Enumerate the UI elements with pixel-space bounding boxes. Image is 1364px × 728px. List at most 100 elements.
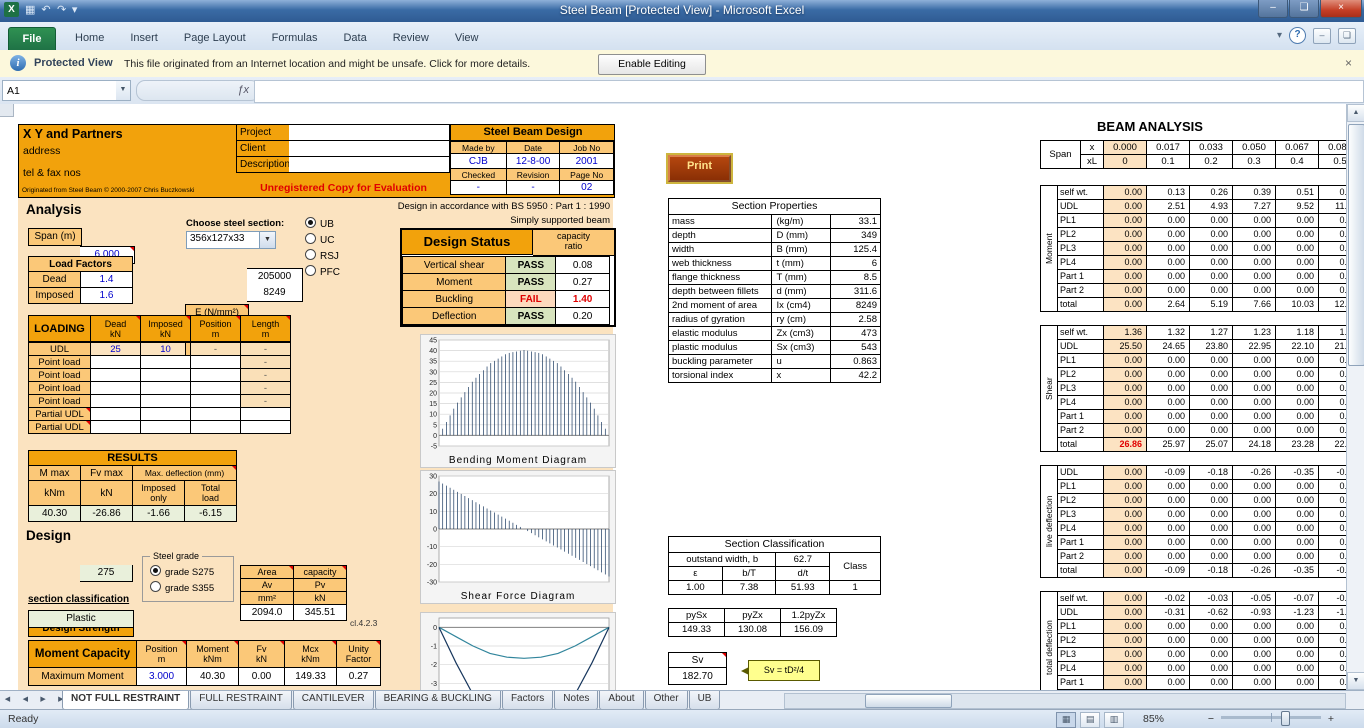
ribbon-tab[interactable]: Formulas (259, 29, 331, 47)
vertical-scrollbar[interactable]: ▲ ▼ (1346, 104, 1364, 690)
enable-editing-button[interactable]: Enable Editing (598, 54, 706, 75)
loading-cell[interactable] (140, 407, 191, 421)
sheet-tab[interactable]: UB (688, 691, 721, 710)
sheet-tab[interactable]: FULL RESTRAINT (190, 691, 292, 710)
name-box[interactable] (2, 80, 124, 101)
section-dropdown[interactable]: 356x127x33 ▼ (186, 231, 276, 249)
sheet-tab[interactable]: Factors (501, 691, 554, 710)
close-button[interactable]: × (1320, 0, 1362, 18)
loading-cell[interactable] (90, 381, 141, 395)
loading-cell[interactable] (140, 368, 191, 382)
sheet-tab[interactable]: About (599, 691, 644, 710)
sheet-tab[interactable]: Notes (554, 691, 599, 710)
description-field[interactable] (289, 157, 450, 173)
loading-cell[interactable] (190, 420, 241, 434)
pageno-value[interactable]: 02 (559, 180, 614, 195)
ribbon-tab[interactable]: View (442, 29, 492, 47)
loading-cell[interactable] (190, 407, 241, 421)
vertical-scrollbar-thumb[interactable] (1348, 124, 1364, 366)
zoom-out-icon[interactable]: − (1208, 713, 1214, 725)
normal-view-icon[interactable]: ▦ (1056, 712, 1077, 728)
loading-cell[interactable] (90, 420, 141, 434)
loading-cell[interactable] (90, 407, 141, 421)
dropdown-arrow-icon[interactable]: ▼ (259, 232, 275, 248)
insert-function-icon[interactable]: ƒx (136, 80, 260, 101)
loading-cell[interactable]: Point load (28, 368, 91, 382)
ribbon-tab[interactable]: Page Layout (171, 29, 259, 47)
sheet-tab[interactable]: Other (644, 691, 688, 710)
ribbon-tab[interactable]: Data (330, 29, 379, 47)
first-sheet-icon[interactable]: ◀ (0, 691, 15, 709)
loading-cell[interactable]: 10 (140, 342, 191, 356)
loading-cell[interactable]: Point load (28, 394, 91, 408)
ribbon-tab[interactable]: Home (62, 29, 117, 47)
workbook-restore-icon[interactable]: ❏ (1338, 27, 1356, 44)
dead-factor-value[interactable]: 1.4 (80, 271, 133, 288)
sheet-tab[interactable]: BEARING & BUCKLING (374, 691, 501, 710)
ribbon-tab[interactable]: Review (380, 29, 442, 47)
loading-cell[interactable] (140, 355, 191, 369)
page-break-view-icon[interactable]: ▥ (1104, 712, 1124, 728)
file-tab[interactable]: File (8, 27, 56, 52)
loading-cell[interactable]: Partial UDL (28, 407, 91, 421)
loading-cell[interactable] (140, 381, 191, 395)
select-all-corner[interactable] (0, 104, 14, 117)
imposed-factor-value[interactable]: 1.6 (80, 287, 133, 304)
radio-uc[interactable] (305, 233, 316, 244)
loading-cell[interactable]: - (240, 368, 291, 382)
radio-ub[interactable] (305, 217, 316, 228)
loading-cell[interactable]: 25 (90, 342, 141, 356)
loading-cell[interactable] (240, 407, 291, 421)
loading-cell[interactable] (140, 420, 191, 434)
revision-value[interactable]: - (505, 180, 561, 195)
loading-cell[interactable]: Point load (28, 381, 91, 395)
loading-cell[interactable] (90, 368, 141, 382)
sheet-tab[interactable]: CANTILEVER (292, 691, 374, 710)
loading-cell[interactable]: - (240, 342, 291, 356)
radio-s275[interactable] (150, 565, 161, 576)
minimize-button[interactable]: – (1258, 0, 1288, 18)
scroll-down-icon[interactable]: ▼ (1347, 672, 1364, 690)
loading-cell[interactable] (190, 381, 241, 395)
radio-rsj[interactable] (305, 249, 316, 260)
client-field[interactable] (289, 141, 450, 157)
message-close-icon[interactable]: × (1345, 56, 1352, 70)
jobno-value[interactable]: 2001 (559, 153, 614, 169)
loading-cell[interactable]: - (190, 342, 241, 356)
project-field[interactable] (289, 125, 450, 141)
loading-cell[interactable] (90, 394, 141, 408)
name-box-dropdown-icon[interactable]: ▼ (116, 80, 131, 101)
made-by-value[interactable]: CJB (450, 153, 507, 169)
loading-cell[interactable]: Point load (28, 355, 91, 369)
date-value[interactable]: 12-8-00 (505, 153, 561, 169)
radio-s355[interactable] (150, 581, 161, 592)
loading-cell[interactable] (140, 394, 191, 408)
ribbon-dropdown-icon[interactable]: ▾ (1277, 30, 1282, 41)
zoom-track[interactable] (1220, 711, 1321, 726)
zoom-thumb[interactable] (1280, 711, 1290, 726)
loading-cell[interactable]: Partial UDL (28, 420, 91, 434)
next-sheet-icon[interactable]: ▶ (36, 691, 51, 709)
radio-pfc[interactable] (305, 265, 316, 276)
loading-cell[interactable] (240, 420, 291, 434)
loading-cell[interactable] (90, 355, 141, 369)
page-layout-view-icon[interactable]: ▤ (1080, 712, 1101, 728)
horizontal-scrollbar[interactable] (784, 693, 1346, 709)
loading-cell[interactable]: - (240, 381, 291, 395)
loading-cell[interactable] (190, 368, 241, 382)
loading-cell[interactable]: - (240, 394, 291, 408)
maximize-button[interactable]: ❏ (1289, 0, 1319, 18)
formula-input[interactable] (254, 80, 1364, 103)
loading-cell[interactable] (190, 355, 241, 369)
scroll-up-icon[interactable]: ▲ (1347, 104, 1364, 122)
mc-position-value[interactable]: 3.000 (136, 667, 187, 686)
print-button[interactable]: Print (666, 153, 733, 184)
loading-cell[interactable]: - (240, 355, 291, 369)
loading-cell[interactable] (190, 394, 241, 408)
prev-sheet-icon[interactable]: ◀ (18, 691, 33, 709)
horizontal-scrollbar-thumb[interactable] (865, 694, 952, 708)
sheet-tab[interactable]: NOT FULL RESTRAINT (62, 691, 190, 710)
ribbon-tab[interactable]: Insert (117, 29, 171, 47)
zoom-level[interactable]: 85% (1143, 713, 1164, 725)
workbook-minimize-icon[interactable]: – (1313, 27, 1331, 44)
